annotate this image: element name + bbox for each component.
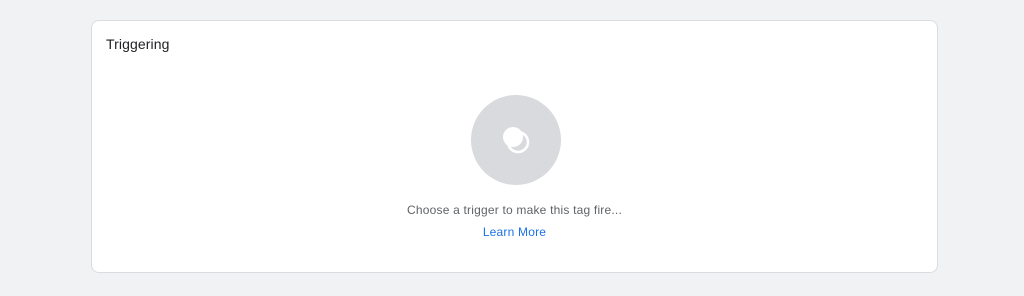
- triggering-card: Triggering Choose a trigger to make this…: [91, 20, 938, 273]
- learn-more-link[interactable]: Learn More: [92, 225, 937, 239]
- empty-trigger-message: Choose a trigger to make this tag fire..…: [407, 203, 622, 217]
- card-title: Triggering: [106, 36, 170, 52]
- choose-trigger-button[interactable]: [471, 95, 561, 185]
- trigger-circles-icon: [503, 127, 530, 154]
